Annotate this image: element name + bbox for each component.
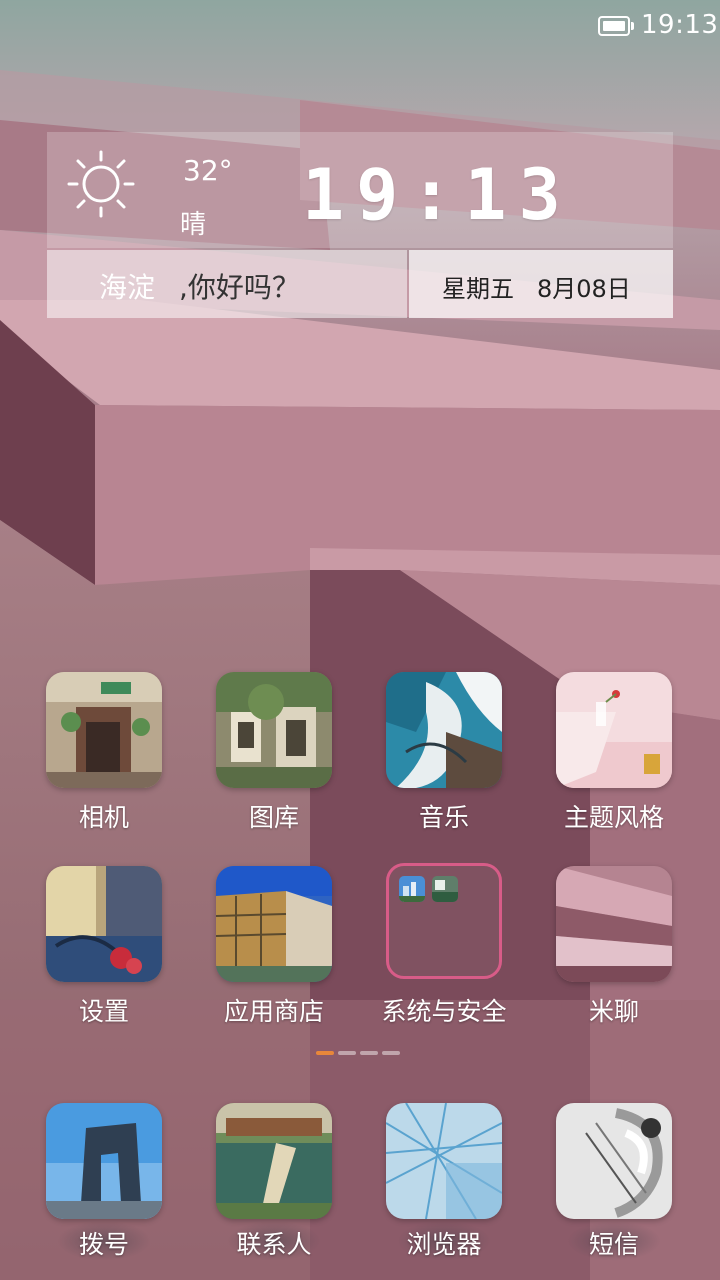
- settings-app-icon[interactable]: [46, 866, 162, 982]
- music-app-icon[interactable]: [386, 672, 502, 788]
- page-dot[interactable]: [382, 1051, 400, 1055]
- messages-app-icon[interactable]: [556, 1103, 672, 1219]
- folder-mini-app-icon: [432, 876, 458, 902]
- browser-app-icon[interactable]: [386, 1103, 502, 1219]
- big-clock[interactable]: 19:13: [302, 154, 662, 236]
- dock-label: 短信: [588, 1230, 639, 1259]
- app-label: 设置: [78, 997, 129, 1026]
- contacts-app-icon[interactable]: [216, 1103, 332, 1219]
- theme-app-icon[interactable]: [556, 672, 672, 788]
- greeting-text: ,你好吗？: [179, 271, 300, 304]
- app-label: 系统与安全: [381, 997, 507, 1026]
- dock-label: 拨号: [78, 1230, 129, 1259]
- camera-app-icon[interactable]: [46, 672, 162, 788]
- app-label: 主题风格: [563, 803, 664, 832]
- folder-mini-app-icon: [399, 876, 425, 902]
- page-dot-active[interactable]: [316, 1051, 334, 1055]
- temperature: 32°: [183, 154, 233, 187]
- miliao-app-icon[interactable]: [556, 866, 672, 982]
- phone-app-icon[interactable]: [46, 1103, 162, 1219]
- city-name: 海淀: [99, 271, 156, 304]
- app-label: 应用商店: [223, 997, 324, 1026]
- weekday: 星期五: [442, 275, 514, 303]
- sun-icon: [67, 150, 135, 218]
- gallery-app-icon[interactable]: [216, 672, 332, 788]
- app-store-icon[interactable]: [216, 866, 332, 982]
- page-dot[interactable]: [338, 1051, 356, 1055]
- dock-label: 联系人: [236, 1230, 312, 1259]
- app-label: 图库: [248, 803, 299, 832]
- weather-condition: 晴: [180, 210, 207, 240]
- app-label: 音乐: [418, 803, 469, 832]
- dock-label: 浏览器: [406, 1230, 482, 1259]
- app-label: 相机: [78, 803, 129, 832]
- battery-icon: [598, 16, 634, 36]
- status-bar: 19:13: [0, 0, 720, 52]
- page-dot[interactable]: [360, 1051, 378, 1055]
- date: 8月08日: [537, 275, 631, 303]
- app-label: 米聊: [588, 997, 639, 1026]
- status-time: 19:13: [641, 10, 719, 40]
- weather-clock-widget[interactable]: 32° 晴 19:13 海淀 ,你好吗？ 星期五 8月08日: [47, 132, 673, 318]
- folder-icon[interactable]: [386, 863, 502, 979]
